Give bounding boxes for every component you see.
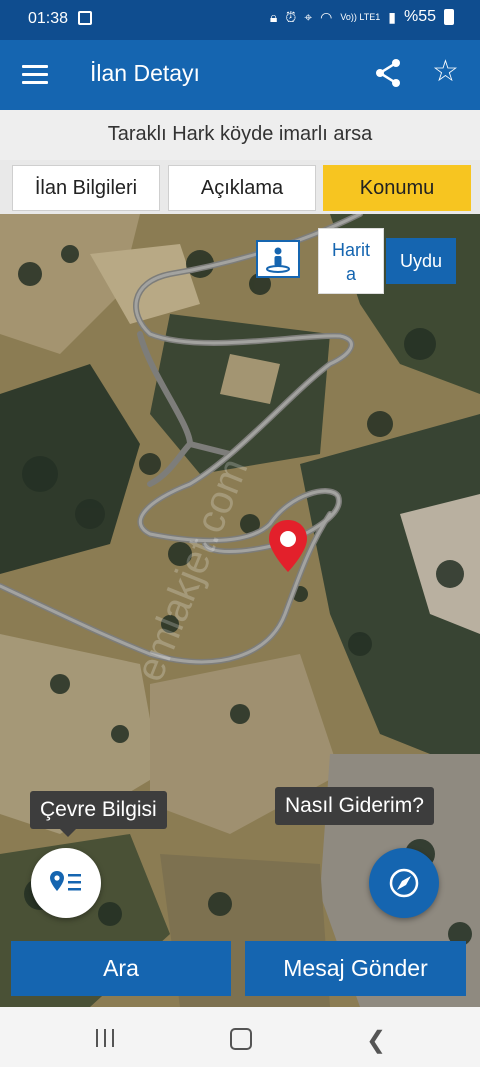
place-list-icon bbox=[50, 871, 81, 891]
alarm-icon: ⏰︎ bbox=[285, 8, 297, 25]
signal-icon: ▮ bbox=[388, 8, 396, 25]
recent-apps-icon[interactable] bbox=[96, 1029, 116, 1047]
directions-button[interactable] bbox=[369, 848, 439, 918]
status-icons: 🔒︎ ⏰︎ ⌖ ◠ Vo)) LTE1 ▮ %55 bbox=[270, 8, 454, 26]
tab-aciklama[interactable]: Açıklama bbox=[168, 165, 316, 211]
network-label: Vo)) LTE1 bbox=[340, 11, 381, 22]
street-view-button[interactable] bbox=[256, 240, 300, 278]
cevre-bilgisi-tooltip: Çevre Bilgisi bbox=[30, 791, 167, 837]
cevre-bilgisi-button[interactable] bbox=[31, 848, 101, 918]
star-icon[interactable]: ☆ bbox=[432, 54, 459, 89]
map-type-harita[interactable]: Harit a bbox=[318, 228, 384, 294]
location-icon: ⌖ bbox=[304, 8, 313, 25]
home-icon[interactable] bbox=[230, 1028, 252, 1050]
wifi-icon: ◠ bbox=[320, 8, 333, 25]
nasil-giderim-label: Nasıl Giderim? bbox=[285, 794, 424, 817]
battery-icon bbox=[444, 9, 454, 25]
app-bar: İlan Detayı ☆ bbox=[0, 40, 480, 110]
share-icon[interactable] bbox=[374, 58, 402, 93]
tab-konumu[interactable]: Konumu bbox=[323, 165, 471, 211]
call-button[interactable]: Ara bbox=[11, 941, 231, 996]
battery-percent: %55 bbox=[403, 8, 436, 25]
cevre-bilgisi-label: Çevre Bilgisi bbox=[40, 798, 157, 821]
listing-title: Taraklı Hark köyde imarlı arsa bbox=[0, 110, 480, 160]
nasil-giderim-tooltip: Nasıl Giderim? bbox=[275, 787, 434, 825]
lock-icon: 🔒︎ bbox=[269, 8, 278, 25]
back-icon[interactable]: ❮ bbox=[366, 1026, 386, 1055]
map-type-toggle: Harit a Uydu bbox=[318, 228, 456, 294]
status-time: 01:38 bbox=[28, 10, 69, 27]
gallery-notification-icon bbox=[78, 11, 92, 25]
status-bar: 01:38 🔒︎ ⏰︎ ⌖ ◠ Vo)) LTE1 ▮ %55 bbox=[0, 0, 480, 40]
system-nav-bar: ❮ bbox=[0, 1007, 480, 1067]
send-message-button[interactable]: Mesaj Gönder bbox=[245, 941, 466, 996]
map-type-uydu[interactable]: Uydu bbox=[386, 238, 456, 284]
page-title: İlan Detayı bbox=[90, 60, 200, 86]
street-view-icon bbox=[266, 247, 290, 273]
tab-bar: İlan Bilgileri Açıklama Konumu bbox=[0, 160, 480, 214]
compass-icon bbox=[389, 868, 419, 898]
tab-ilan-bilgileri[interactable]: İlan Bilgileri bbox=[12, 165, 160, 211]
location-pin-icon[interactable] bbox=[268, 520, 308, 572]
hamburger-icon[interactable] bbox=[22, 65, 48, 85]
